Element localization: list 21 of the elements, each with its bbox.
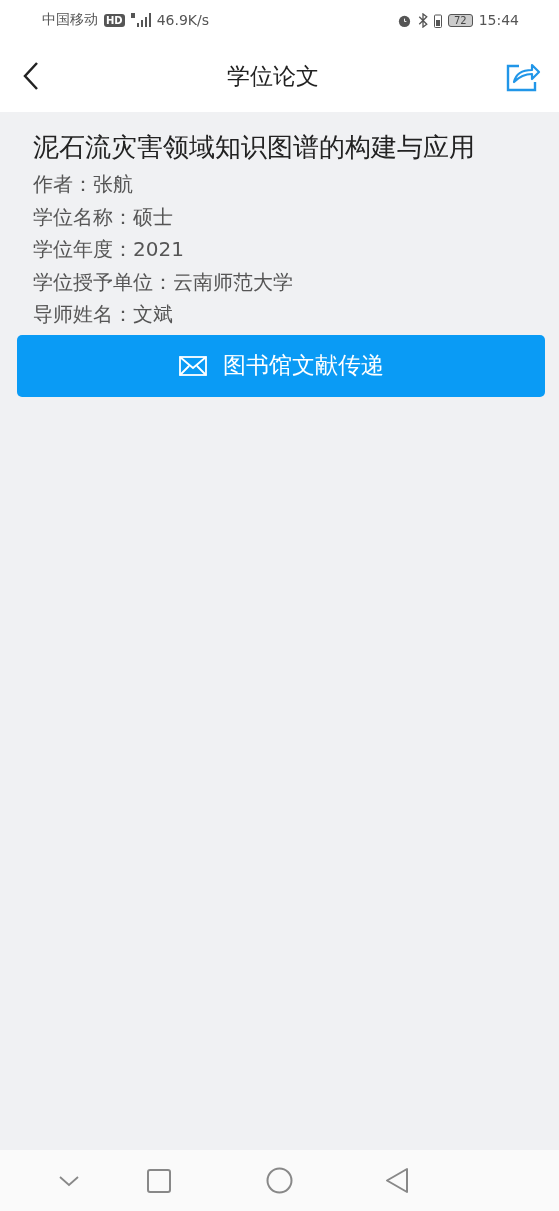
back-icon[interactable] (22, 61, 40, 91)
carrier: 中国移动 (42, 11, 98, 29)
bluetooth-icon (417, 12, 428, 28)
page-title: 学位论文 (226, 61, 319, 91)
detail-line: 导师姓名：文斌 (33, 301, 174, 328)
detail-line: 作者：张航 (33, 171, 134, 198)
envelope-icon (178, 355, 207, 376)
hd-badge: HD (104, 13, 125, 27)
clock: 15:44 (478, 12, 519, 28)
battery-icon (433, 12, 442, 28)
signal-icon (130, 13, 151, 27)
network-speed: 46.9K/s (156, 12, 210, 28)
detail-line: 学位授予单位：云南师范大学 (33, 268, 294, 296)
detail-line: 学位名称：硕士 (33, 203, 174, 231)
battery-level: 72 (447, 13, 473, 27)
thesis-title: 泥石流灾害领域知识图谱的构建与应用 (33, 131, 476, 164)
document-delivery-button[interactable]: 图书馆文献传递 (17, 334, 545, 397)
recents-icon[interactable] (147, 1168, 171, 1193)
detail-line: 学位年度：2021 (33, 236, 185, 263)
home-icon[interactable] (266, 1167, 293, 1194)
collapse-icon[interactable] (58, 1174, 80, 1187)
